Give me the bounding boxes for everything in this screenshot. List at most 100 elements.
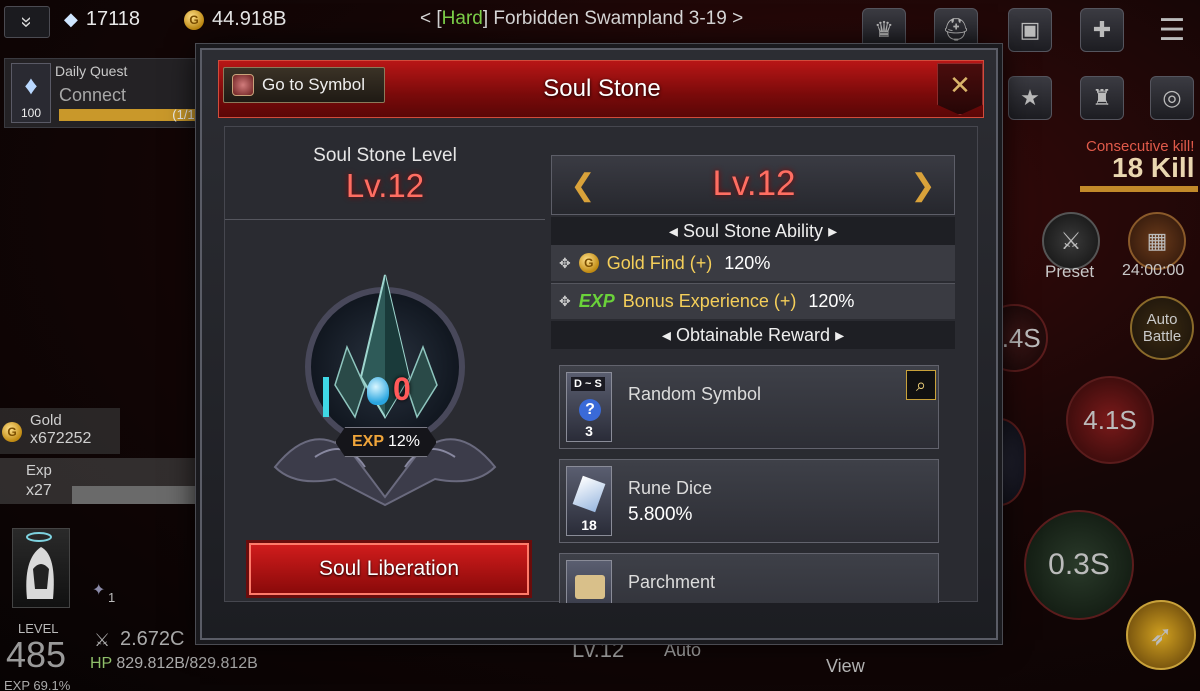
gem-amount: 17118 xyxy=(85,8,140,30)
dash-skill-icon[interactable]: ➶ xyxy=(1126,600,1196,670)
chevron-double-icon: » xyxy=(16,16,38,28)
question-mark-icon: ? xyxy=(579,399,601,421)
modal-header: Soul Stone Go to Symbol ✕ xyxy=(218,60,984,118)
auto-battle-button[interactable]: Auto Battle xyxy=(1130,296,1194,360)
hp-value: 829.812B/829.812B xyxy=(116,655,258,672)
diamond-icon: ♦ xyxy=(24,70,38,100)
gold-drop-coin-icon: G xyxy=(2,422,22,442)
reward-name: Random Symbol xyxy=(628,384,762,404)
arrow-right-icon: ❯ xyxy=(910,169,936,202)
soul-liberation-button[interactable]: Soul Liberation xyxy=(246,540,532,598)
player-hp: HP 829.812B/829.812B xyxy=(90,655,258,673)
portal-icon[interactable]: ◎ xyxy=(1150,76,1194,120)
ability-value: 120% xyxy=(724,252,771,273)
ornament-right-icon: ▸ xyxy=(835,325,845,345)
ability-bonus-experience: ✥ EXP Bonus Experience (+) 120% xyxy=(551,283,955,319)
go-to-symbol-button[interactable]: Go to Symbol xyxy=(223,67,385,103)
chest-timer: 24:00:00 xyxy=(1122,262,1185,279)
selected-level: Lv.12 xyxy=(712,164,796,203)
gold-drop-value: x672252 xyxy=(30,430,92,447)
skill-slot-4[interactable]: 0.3S xyxy=(1024,510,1134,620)
exp-drop-value: x27 xyxy=(26,482,52,499)
hamburger-menu-icon[interactable]: ☰ xyxy=(1150,8,1194,52)
exp-icon: EXP xyxy=(578,291,615,311)
stage-title[interactable]: < [Hard] Forbidden Swampland 3-19 > xyxy=(420,8,743,30)
ability-gold-find: ✥ G Gold Find (+) 120% xyxy=(551,245,955,281)
soul-liberation-label: Soul Liberation xyxy=(318,557,460,580)
reward-header-label: Obtainable Reward xyxy=(675,325,831,345)
exp-drop-bar xyxy=(72,486,202,504)
consecutive-kill-value: 18 Kill xyxy=(1112,152,1195,183)
gold-drop-label: Gold xyxy=(30,412,62,429)
random-symbol-icon: D ~ S ? 3 xyxy=(566,372,612,442)
skill-slot-2[interactable]: 4.1S xyxy=(1066,376,1154,464)
rose-symbol-icon xyxy=(232,74,254,96)
search-button[interactable]: ⌕ xyxy=(906,370,936,400)
gold-coin-icon: G xyxy=(578,253,599,273)
helmet-icon[interactable]: ⛑ xyxy=(934,8,978,52)
player-avatar[interactable] xyxy=(12,528,70,608)
trophy-icon[interactable]: ♜ xyxy=(1080,76,1124,120)
quest-progress-text: (1/1) xyxy=(172,107,199,122)
soul-stone-details: ❮ Lv.12 ❯ ◂ Soul Stone Ability ▸ ✥ G Gol… xyxy=(551,155,955,603)
reward-list[interactable]: D ~ S ? 3 Random Symbol ⌕ 18 Rune Dice 5… xyxy=(551,361,955,603)
ornament-right-icon: ▸ xyxy=(828,221,838,241)
soul-stone-level-value: Lv.12 xyxy=(345,167,425,204)
gold-coin-icon: G xyxy=(184,9,204,30)
level-selector: ❮ Lv.12 ❯ xyxy=(551,155,955,215)
collapse-menu-button[interactable]: » xyxy=(4,6,50,38)
stage-prefix: < [ xyxy=(420,8,442,29)
skill-2-cooldown: 4.1S xyxy=(1083,404,1137,435)
gem-icon: ◆ xyxy=(64,9,78,29)
go-to-symbol-label: Go to Symbol xyxy=(262,75,365,94)
reward-rate: 5.800% xyxy=(628,504,693,525)
reaper-silhouette-icon xyxy=(26,532,54,599)
reward-item[interactable]: Parchment xyxy=(559,553,939,603)
event-crown-icon[interactable]: ♛ xyxy=(862,8,906,52)
soul-stone-modal: Soul Stone Go to Symbol ✕ Soul Stone Lev… xyxy=(200,48,998,640)
exp-drop-label: Exp xyxy=(26,462,52,479)
quest-reward-count: 100 xyxy=(20,106,42,120)
exp-value: 12% xyxy=(387,433,421,450)
grade-range: D ~ S xyxy=(571,377,605,391)
soul-exp-badge: EXP 12% xyxy=(335,427,437,457)
search-icon: ⌕ xyxy=(915,374,927,395)
ability-name: Gold Find (+) xyxy=(606,252,713,273)
soul-crystal-display: 0 EXP 12% xyxy=(255,247,515,507)
parchment-icon xyxy=(566,560,612,603)
reward-item[interactable]: 18 Rune Dice 5.800% xyxy=(559,459,939,543)
gem-counter: ◆ 17118 xyxy=(64,8,140,31)
calendar-star-icon[interactable]: ★ xyxy=(1008,76,1052,120)
minion-icon: ✦ xyxy=(92,582,106,599)
player-exp-percent: EXP 69.1% xyxy=(4,678,71,691)
exp-word: EXP xyxy=(351,433,384,450)
ornament-left-icon: ◂ xyxy=(661,325,671,345)
ability-header: ◂ Soul Stone Ability ▸ xyxy=(551,217,955,245)
gold-amount: 44.918B xyxy=(212,8,287,30)
rune-dice-icon: 18 xyxy=(566,466,612,536)
kill-bar xyxy=(1080,186,1198,192)
ability-bullet-icon: ✥ xyxy=(559,254,571,271)
bottom-auto-toggle[interactable]: Auto xyxy=(664,640,701,661)
modal-body: Soul Stone Level Lv.12 0 EXP 12% Soul Li… xyxy=(224,126,978,603)
reward-item[interactable]: D ~ S ? 3 Random Symbol ⌕ xyxy=(559,365,939,449)
preset-label: Preset xyxy=(1045,262,1095,281)
ability-value: 120% xyxy=(808,291,855,311)
minion-count: 1 xyxy=(108,590,116,605)
close-button[interactable]: ✕ xyxy=(937,63,983,115)
codex-icon[interactable]: ✚ xyxy=(1080,8,1124,52)
dice-shape xyxy=(572,475,606,513)
auto-battle-label: Auto Battle xyxy=(1142,311,1182,345)
daily-quest-panel[interactable]: ♦ 100 Daily Quest Connect (1/1) xyxy=(4,58,209,128)
panel-divider xyxy=(225,219,545,220)
next-level-button[interactable]: ❯ xyxy=(902,166,944,206)
bottom-view-button[interactable]: View xyxy=(826,656,865,677)
close-icon: ✕ xyxy=(949,70,971,100)
soul-count: 0 xyxy=(393,371,411,407)
soul-stone-panel: Soul Stone Level Lv.12 0 EXP 12% Soul Li… xyxy=(225,127,545,603)
chest-icon[interactable]: ▣ xyxy=(1008,8,1052,52)
soul-flame-icon xyxy=(367,377,389,405)
ability-name: Bonus Experience (+) xyxy=(622,291,797,311)
soul-stone-level-title: Soul Stone Level xyxy=(313,145,457,166)
combat-power: 2.672C xyxy=(120,628,185,650)
